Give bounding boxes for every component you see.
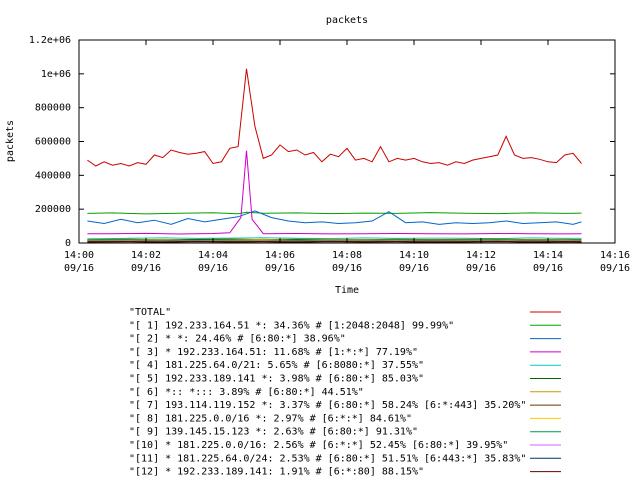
legend-label: "[11] * 181.225.64.0/24: 2.53% # [6:80:*…: [129, 453, 526, 464]
x-tick-time: 14:06: [265, 250, 295, 261]
legend-label: "[ 1] 192.233.164.51 *: 34.36% # [1:2048…: [129, 320, 454, 331]
x-tick-date: 09/16: [332, 263, 362, 274]
chart-title: packets: [326, 15, 368, 26]
legend-label: "[ 3] * 192.233.164.51: 11.68% # [1:*:*]…: [129, 347, 418, 358]
series-line-6: [87, 238, 582, 241]
x-tick-time: 14:10: [399, 250, 429, 261]
x-tick-date: 09/16: [533, 263, 563, 274]
legend-label: "TOTAL": [129, 307, 171, 318]
x-axis-label: Time: [335, 285, 359, 296]
x-tick-time: 14:04: [198, 250, 228, 261]
legend-label: "[10] * 181.225.0.0/16: 2.56% # [6:*:*] …: [129, 440, 508, 451]
series-line-12: [87, 241, 582, 243]
x-tick-date: 09/16: [600, 263, 630, 274]
legend-label: "[ 9] 139.145.15.123 *: 2.63% # [6:80:*]…: [129, 427, 418, 438]
series-line-1: [87, 211, 582, 215]
y-axis-label: packets: [5, 120, 16, 162]
legend-label: "[ 7] 193.114.119.152 *: 3.37% # [6:80:*…: [129, 400, 526, 411]
x-tick-time: 14:08: [332, 250, 362, 261]
y-tick-label: 1.2e+06: [29, 35, 71, 46]
x-tick-date: 09/16: [466, 263, 496, 274]
legend-label: "[ 2] * *: 24.46% # [6:80:*] 38.96%": [129, 334, 346, 345]
y-tick-label: 400000: [35, 170, 71, 181]
legend-label: "[ 5] 192.233.189.141 *: 3.98% # [6:80:*…: [129, 374, 424, 385]
x-tick-time: 14:12: [466, 250, 496, 261]
x-tick-date: 09/16: [64, 263, 94, 274]
legend-label: "[ 4] 181.225.64.0/21: 5.65% # [6:8080:*…: [129, 360, 424, 371]
x-tick-time: 14:00: [64, 250, 94, 261]
y-tick-label: 1e+06: [41, 69, 71, 80]
legend-label: "[12] * 192.233.189.141: 1.91% # [6:*:80…: [129, 467, 424, 478]
y-tick-label: 600000: [35, 137, 71, 148]
y-tick-label: 800000: [35, 103, 71, 114]
x-tick-time: 14:14: [533, 250, 563, 261]
x-tick-time: 14:02: [131, 250, 161, 261]
x-tick-date: 09/16: [198, 263, 228, 274]
series-layer: [87, 68, 582, 243]
y-tick-label: 200000: [35, 204, 71, 215]
x-tick-date: 09/16: [399, 263, 429, 274]
x-tick-date: 09/16: [265, 263, 295, 274]
series-line-0: [87, 68, 582, 167]
legend-label: "[ 6] *:: *::: 3.89% # [6:80:*] 44.51%": [129, 387, 364, 398]
series-line-4: [87, 237, 582, 240]
legend: "TOTAL" "[ 1] 192.233.164.51 *: 34.36% # …: [129, 307, 561, 478]
x-tick-time: 14:16: [600, 250, 630, 261]
legend-label: "[ 8] 181.225.0.0/16 *: 2.97% # [6:*:*] …: [129, 413, 412, 424]
x-tick-date: 09/16: [131, 263, 161, 274]
y-tick-label: 0: [65, 238, 71, 249]
packets-line-chart: packets packets Time 0 200000 400000 600000…: [5, 15, 630, 478]
